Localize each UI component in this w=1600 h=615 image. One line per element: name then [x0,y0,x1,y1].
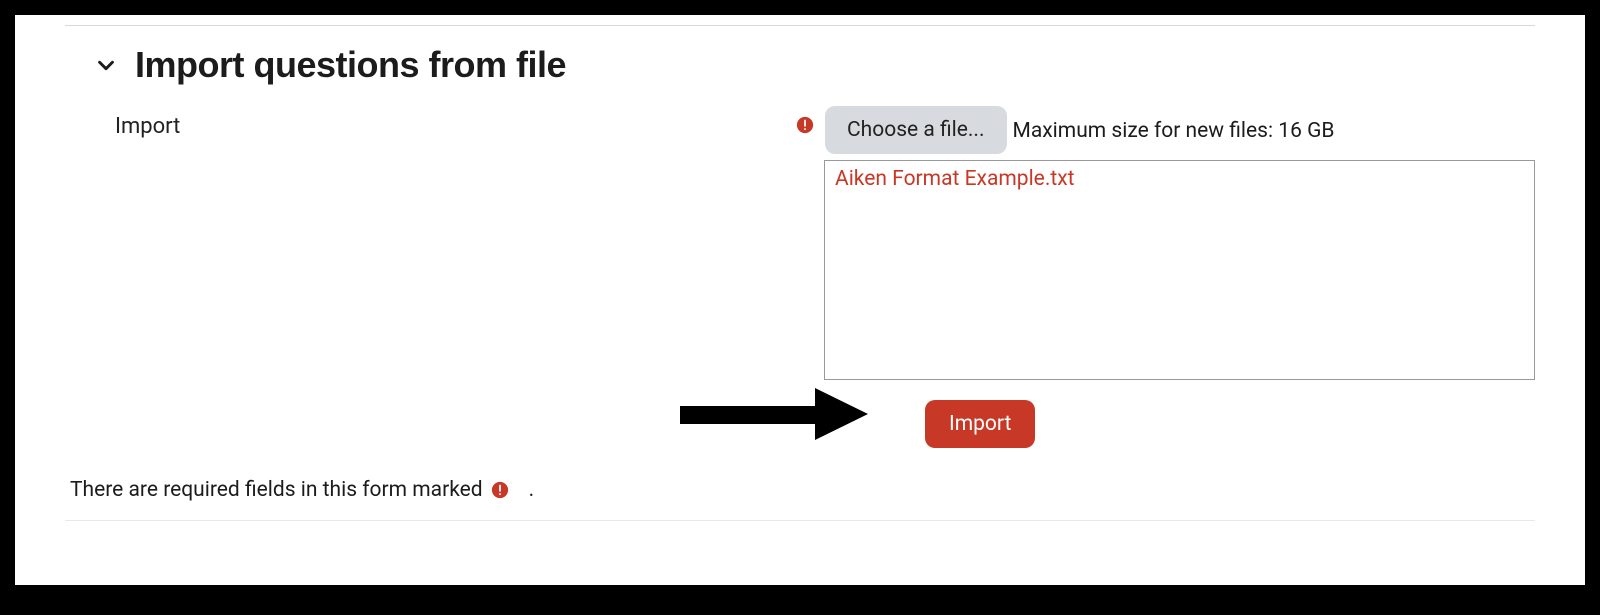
file-picker-row: Choose a file... Maximum size for new fi… [825,106,1535,154]
required-note-period: . [529,478,535,502]
section-title: Import questions from file [135,44,566,86]
footer-divider [65,520,1535,521]
section-header[interactable]: Import questions from file [15,26,1585,106]
selected-file-link[interactable]: Aiken Format Example.txt [835,167,1075,191]
import-row: Import Choose a file... Maximum size for… [15,106,1585,380]
action-row: Import [15,380,1585,448]
required-icon [796,116,814,134]
required-indicator [785,106,825,134]
choose-file-button[interactable]: Choose a file... [825,106,1007,154]
import-label: Import [115,106,785,139]
file-input-col: Choose a file... Maximum size for new fi… [825,106,1535,380]
required-note-text: There are required fields in this form m… [70,478,483,502]
file-drop-area[interactable]: Aiken Format Example.txt [824,160,1535,380]
chevron-down-icon [95,54,117,76]
arrow-right-icon [680,386,870,442]
max-size-text: Maximum size for new files: 16 GB [1013,117,1335,143]
page-frame: Import questions from file Import Choose… [15,15,1585,585]
required-icon [491,481,509,499]
import-button[interactable]: Import [925,400,1035,448]
required-footer-note: There are required fields in this form m… [15,448,1585,512]
